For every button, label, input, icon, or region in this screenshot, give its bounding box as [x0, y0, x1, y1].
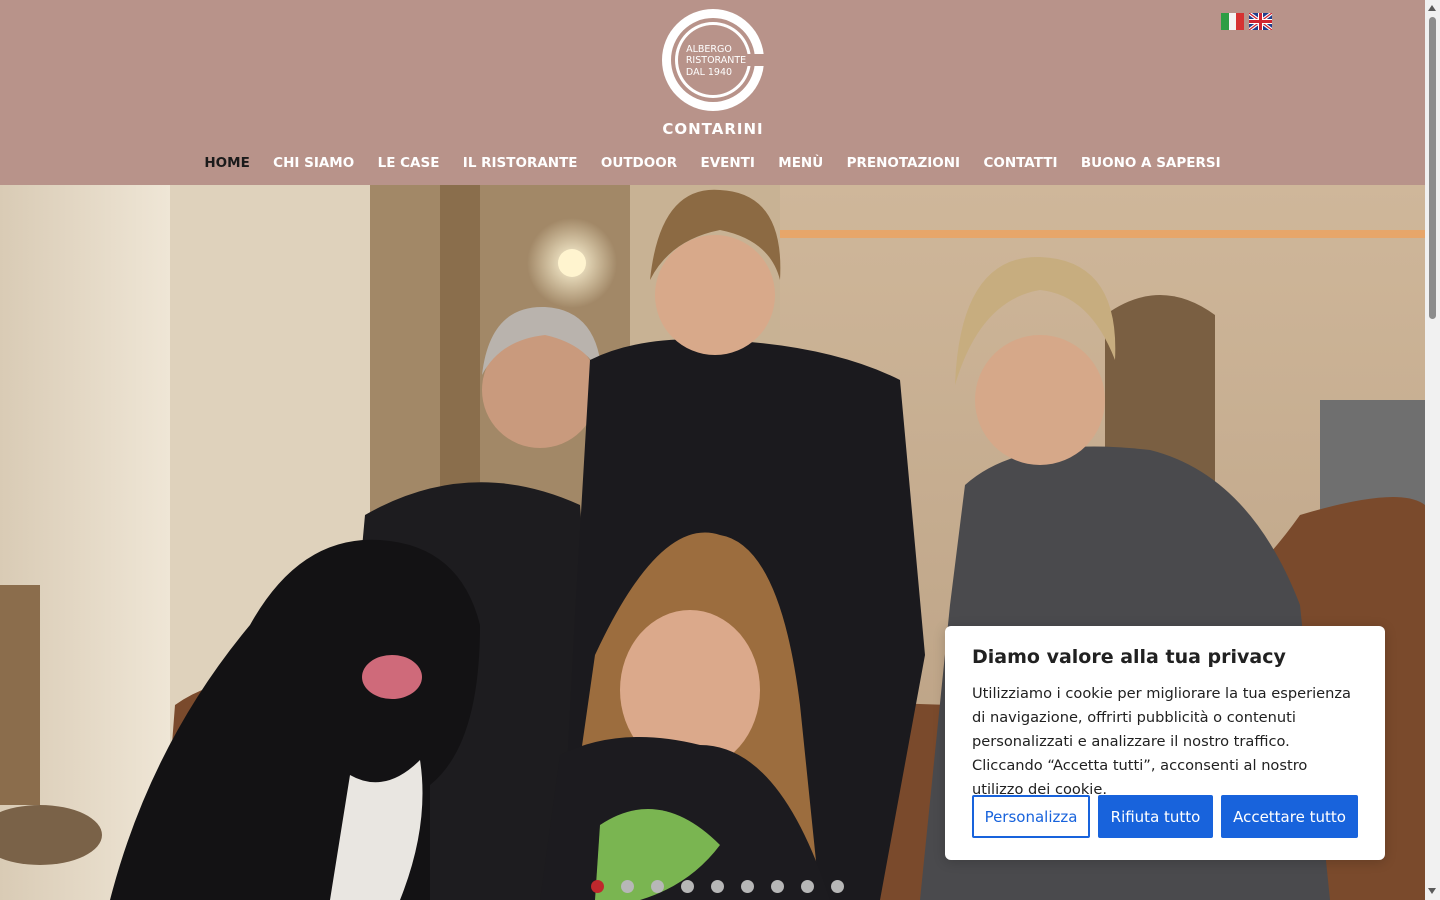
logo[interactable]: ALBERGO RISTORANTE DAL 1940: [658, 6, 768, 114]
slider-dot[interactable]: [711, 880, 724, 893]
slider-dot[interactable]: [831, 880, 844, 893]
brand-name: CONTARINI: [662, 120, 764, 138]
logo-line2: RISTORANTE: [686, 55, 746, 66]
nav-menu[interactable]: MENÙ: [767, 155, 835, 171]
nav-prenotazioni[interactable]: PRENOTAZIONI: [835, 155, 972, 171]
cookie-banner: Diamo valore alla tua privacy Utilizziam…: [945, 626, 1385, 860]
reject-all-button[interactable]: Rifiuta tutto: [1098, 795, 1213, 838]
slider-dot[interactable]: [621, 880, 634, 893]
slider-dot[interactable]: [801, 880, 814, 893]
site-header: ALBERGO RISTORANTE DAL 1940 CONTARINI HO…: [0, 0, 1425, 185]
nav-le-case[interactable]: LE CASE: [366, 155, 451, 171]
nav-home[interactable]: HOME: [193, 155, 262, 171]
cookie-text: Utilizziamo i cookie per migliorare la t…: [972, 685, 1351, 798]
nav-chi-siamo[interactable]: CHI SIAMO: [261, 155, 365, 171]
nav-eventi[interactable]: EVENTI: [689, 155, 767, 171]
slider-dots: [591, 880, 844, 893]
logo-line3: DAL 1940: [686, 67, 732, 78]
main-nav: HOME CHI SIAMO LE CASE IL RISTORANTE OUT…: [0, 155, 1425, 171]
logo-line1: ALBERGO: [686, 44, 732, 55]
language-switcher: [1221, 13, 1272, 30]
italian-flag-icon[interactable]: [1221, 13, 1244, 30]
slider-dot[interactable]: [741, 880, 754, 893]
customize-button[interactable]: Personalizza: [972, 795, 1090, 838]
nav-il-ristorante[interactable]: IL RISTORANTE: [451, 155, 589, 171]
slider-dot[interactable]: [771, 880, 784, 893]
slider-dot[interactable]: [681, 880, 694, 893]
nav-outdoor[interactable]: OUTDOOR: [589, 155, 689, 171]
nav-contatti[interactable]: CONTATTI: [972, 155, 1069, 171]
english-flag-icon[interactable]: [1249, 13, 1272, 30]
cookie-title: Diamo valore alla tua privacy: [972, 646, 1286, 668]
vertical-scrollbar[interactable]: [1425, 0, 1440, 900]
slider-dot[interactable]: [651, 880, 664, 893]
scroll-down-icon[interactable]: [1428, 888, 1436, 894]
scroll-thumb[interactable]: [1429, 17, 1436, 319]
scroll-up-icon[interactable]: [1428, 5, 1436, 11]
nav-buono-a-sapersi[interactable]: BUONO A SAPERSI: [1069, 155, 1232, 171]
accept-all-button[interactable]: Accettare tutto: [1221, 795, 1358, 838]
slider-dot[interactable]: [591, 880, 604, 893]
